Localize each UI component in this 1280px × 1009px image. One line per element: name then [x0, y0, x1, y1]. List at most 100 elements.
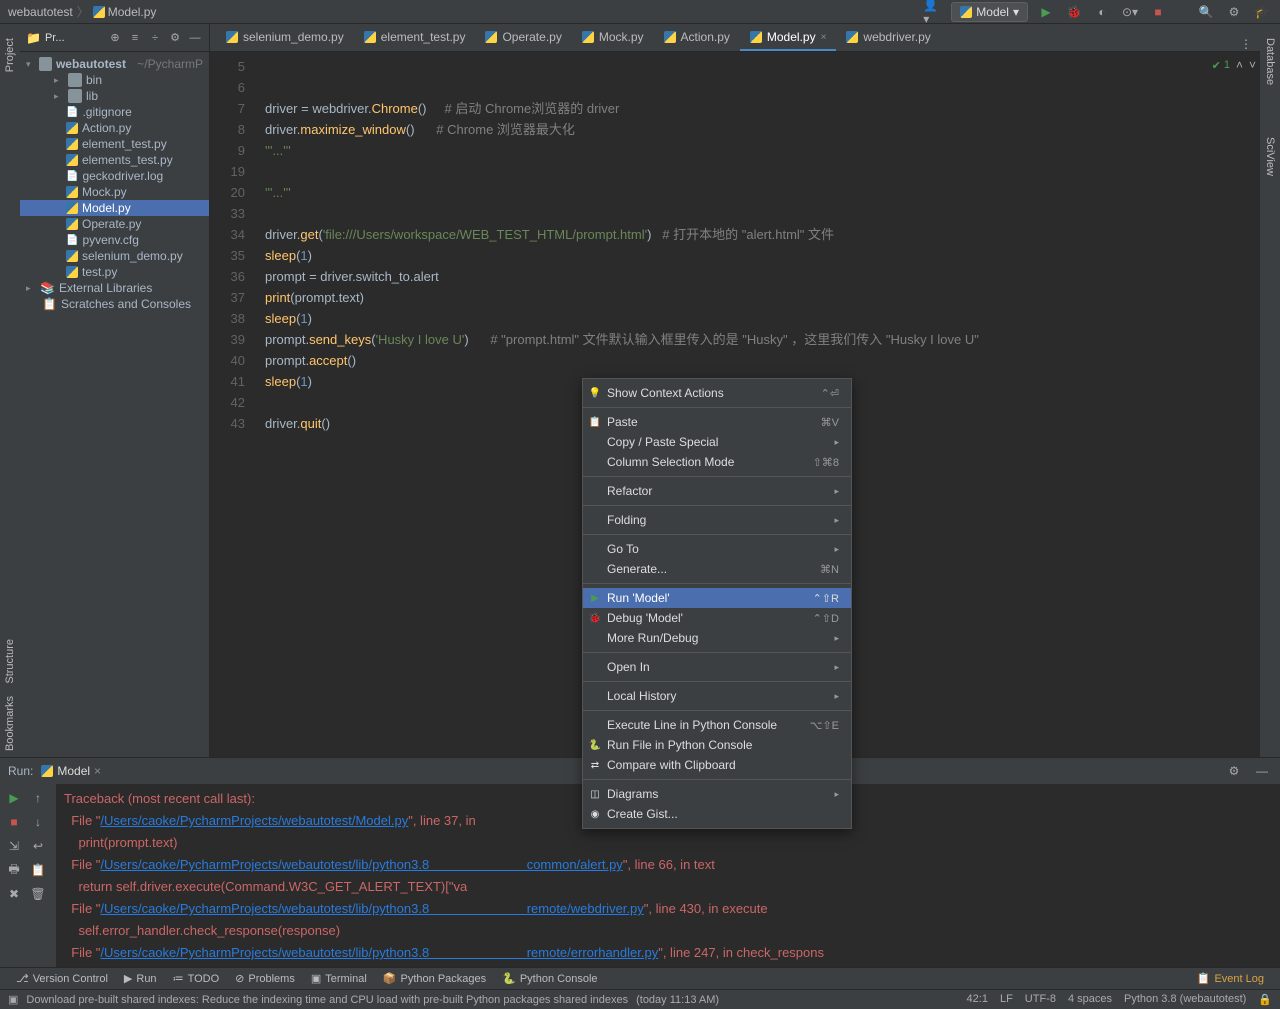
clear-button[interactable]: ✖ [4, 884, 24, 904]
run-icon: ▶ [588, 591, 602, 605]
menu-item-debug-model-[interactable]: 🐞Debug 'Model'⌃⇧D [583, 608, 851, 628]
tree-scratches[interactable]: 📋Scratches and Consoles [20, 296, 209, 312]
close-icon[interactable]: × [821, 32, 827, 43]
menu-item-execute-line-in-python-console[interactable]: Execute Line in Python Console⌥⇧E [583, 715, 851, 735]
menu-item-run-file-in-python-console[interactable]: 🐍Run File in Python Console [583, 735, 851, 755]
stop-button[interactable]: ■ [4, 812, 24, 832]
menu-item-open-in[interactable]: Open In▸ [583, 657, 851, 677]
tree-item-Model-py[interactable]: Model.py [20, 200, 209, 216]
toolbar-right: 👤▾ Model▾ ▶ 🐞 ◐ ⊙▾ ■ 🔍 ⚙ 🎓 [923, 2, 1272, 22]
project-tree[interactable]: ▾ webautotest ~/PycharmP ▸bin▸lib📄.gitig… [20, 52, 209, 757]
debug-button[interactable]: 🐞 [1064, 2, 1084, 22]
breadcrumb-file[interactable]: Model.py [93, 5, 157, 19]
tree-item-Mock-py[interactable]: Mock.py [20, 184, 209, 200]
menu-item-folding[interactable]: Folding▸ [583, 510, 851, 530]
gear-icon[interactable]: ⚙ [167, 30, 183, 46]
indent-indicator[interactable]: 4 spaces [1068, 993, 1112, 1006]
menu-item-paste[interactable]: 📋Paste⌘V [583, 412, 851, 432]
soft-wrap-button[interactable]: ↩ [28, 836, 48, 856]
menu-item-run-model-[interactable]: ▶Run 'Model'⌃⇧R [583, 588, 851, 608]
line-sep-indicator[interactable]: LF [1000, 993, 1013, 1006]
user-icon[interactable]: 👤▾ [923, 2, 943, 22]
version-control-button[interactable]: ⎇ Version Control [8, 972, 116, 985]
python-console-button[interactable]: 🐍 Python Console [494, 972, 605, 985]
tree-item-geckodriver-log[interactable]: 📄geckodriver.log [20, 168, 209, 184]
hide-icon[interactable]: — [1252, 761, 1272, 781]
rerun-button[interactable]: ▶ [4, 788, 24, 808]
profile-button[interactable]: ⊙▾ [1120, 2, 1140, 22]
tree-item-element_test-py[interactable]: element_test.py [20, 136, 209, 152]
tab-Model-py[interactable]: Model.py× [740, 25, 837, 51]
tab-webdriver-py[interactable]: webdriver.py [836, 25, 940, 51]
tab-element_test-py[interactable]: element_test.py [354, 25, 476, 51]
problems-button[interactable]: ⊘ Problems [227, 972, 303, 985]
interpreter-indicator[interactable]: Python 3.8 (webautotest) [1124, 993, 1246, 1006]
line-col-indicator[interactable]: 42:1 [967, 993, 988, 1006]
collapse-icon[interactable]: ÷ [147, 30, 163, 46]
terminal-button[interactable]: ▣ Terminal [303, 972, 375, 985]
learn-icon[interactable]: 🎓 [1252, 2, 1272, 22]
tab-Mock-py[interactable]: Mock.py [572, 25, 654, 51]
event-log-button[interactable]: 📋 Event Log [1189, 972, 1272, 985]
tree-item-Operate-py[interactable]: Operate.py [20, 216, 209, 232]
project-tool-button[interactable]: Project [4, 32, 16, 78]
chevron-up-icon[interactable]: ˄ [1236, 58, 1243, 72]
tab-selenium_demo-py[interactable]: selenium_demo.py [216, 25, 354, 51]
up-button[interactable]: ↑ [28, 788, 48, 808]
tree-external-libraries[interactable]: ▸📚External Libraries [20, 280, 209, 296]
menu-item-refactor[interactable]: Refactor▸ [583, 481, 851, 501]
python-packages-button[interactable]: 📦 Python Packages [375, 972, 494, 985]
run-config-selector[interactable]: Model▾ [951, 2, 1028, 22]
menu-item-show-context-actions[interactable]: 💡Show Context Actions⌃⏎ [583, 383, 851, 403]
context-menu[interactable]: 💡Show Context Actions⌃⏎ 📋Paste⌘VCopy / Pa… [582, 378, 852, 829]
wrap-button[interactable]: ⇲ [4, 836, 24, 856]
menu-item-column-selection-mode[interactable]: Column Selection Mode⇧⌘8 [583, 452, 851, 472]
tabs-more-icon[interactable]: ⋮ [1232, 37, 1260, 51]
breadcrumb-project[interactable]: webautotest [8, 5, 73, 19]
menu-item-generate-[interactable]: Generate...⌘N [583, 559, 851, 579]
encoding-indicator[interactable]: UTF-8 [1025, 993, 1056, 1006]
tree-item-lib[interactable]: ▸lib [20, 88, 209, 104]
settings-icon[interactable]: ⚙ [1224, 2, 1244, 22]
menu-item-create-gist-[interactable]: ◉Create Gist... [583, 804, 851, 824]
database-tool-button[interactable]: Database [1264, 32, 1276, 91]
tree-item-selenium_demo-py[interactable]: selenium_demo.py [20, 248, 209, 264]
print-button[interactable]: 🖶 [4, 860, 24, 880]
menu-item-copy-paste-special[interactable]: Copy / Paste Special▸ [583, 432, 851, 452]
sciview-tool-button[interactable]: SciView [1264, 131, 1276, 182]
tree-item-bin[interactable]: ▸bin [20, 72, 209, 88]
tree-item-pyvenv-cfg[interactable]: 📄pyvenv.cfg [20, 232, 209, 248]
menu-item-more-run-debug[interactable]: More Run/Debug▸ [583, 628, 851, 648]
trash-button[interactable]: 🗑 [28, 884, 48, 904]
bookmarks-tool-button[interactable]: Bookmarks [4, 690, 16, 757]
gear-icon[interactable]: ⚙ [1224, 761, 1244, 781]
tab-Action-py[interactable]: Action.py [654, 25, 740, 51]
tree-item--gitignore[interactable]: 📄.gitignore [20, 104, 209, 120]
tab-Operate-py[interactable]: Operate.py [475, 25, 571, 51]
chevron-down-icon[interactable]: ˅ [1249, 58, 1256, 72]
menu-item-diagrams[interactable]: ◫Diagrams▸ [583, 784, 851, 804]
tree-root[interactable]: ▾ webautotest ~/PycharmP [20, 56, 209, 72]
tree-item-elements_test-py[interactable]: elements_test.py [20, 152, 209, 168]
search-icon[interactable]: 🔍 [1196, 2, 1216, 22]
expand-icon[interactable]: ≡ [127, 30, 143, 46]
stop-button[interactable]: ■ [1148, 2, 1168, 22]
menu-item-compare-with-clipboard[interactable]: ⇄Compare with Clipboard [583, 755, 851, 775]
editor-inspection-widget[interactable]: ✔ 1 ˄ ˅ [1212, 58, 1256, 72]
scroll-button[interactable]: 📋 [28, 860, 48, 880]
menu-item-go-to[interactable]: Go To▸ [583, 539, 851, 559]
run-tab[interactable]: Model× [41, 764, 101, 778]
locate-icon[interactable]: ⊕ [107, 30, 123, 46]
structure-tool-button[interactable]: Structure [4, 633, 16, 690]
tree-item-Action-py[interactable]: Action.py [20, 120, 209, 136]
run-tool-button[interactable]: ▶ Run [116, 972, 165, 985]
status-icon[interactable]: ▣ [8, 993, 18, 1006]
tree-item-test-py[interactable]: test.py [20, 264, 209, 280]
menu-item-local-history[interactable]: Local History▸ [583, 686, 851, 706]
run-button[interactable]: ▶ [1036, 2, 1056, 22]
todo-button[interactable]: ≔ TODO [165, 972, 228, 985]
readonly-icon[interactable]: 🔒 [1258, 993, 1272, 1006]
coverage-button[interactable]: ◐ [1092, 2, 1112, 22]
hide-icon[interactable]: — [187, 30, 203, 46]
down-button[interactable]: ↓ [28, 812, 48, 832]
